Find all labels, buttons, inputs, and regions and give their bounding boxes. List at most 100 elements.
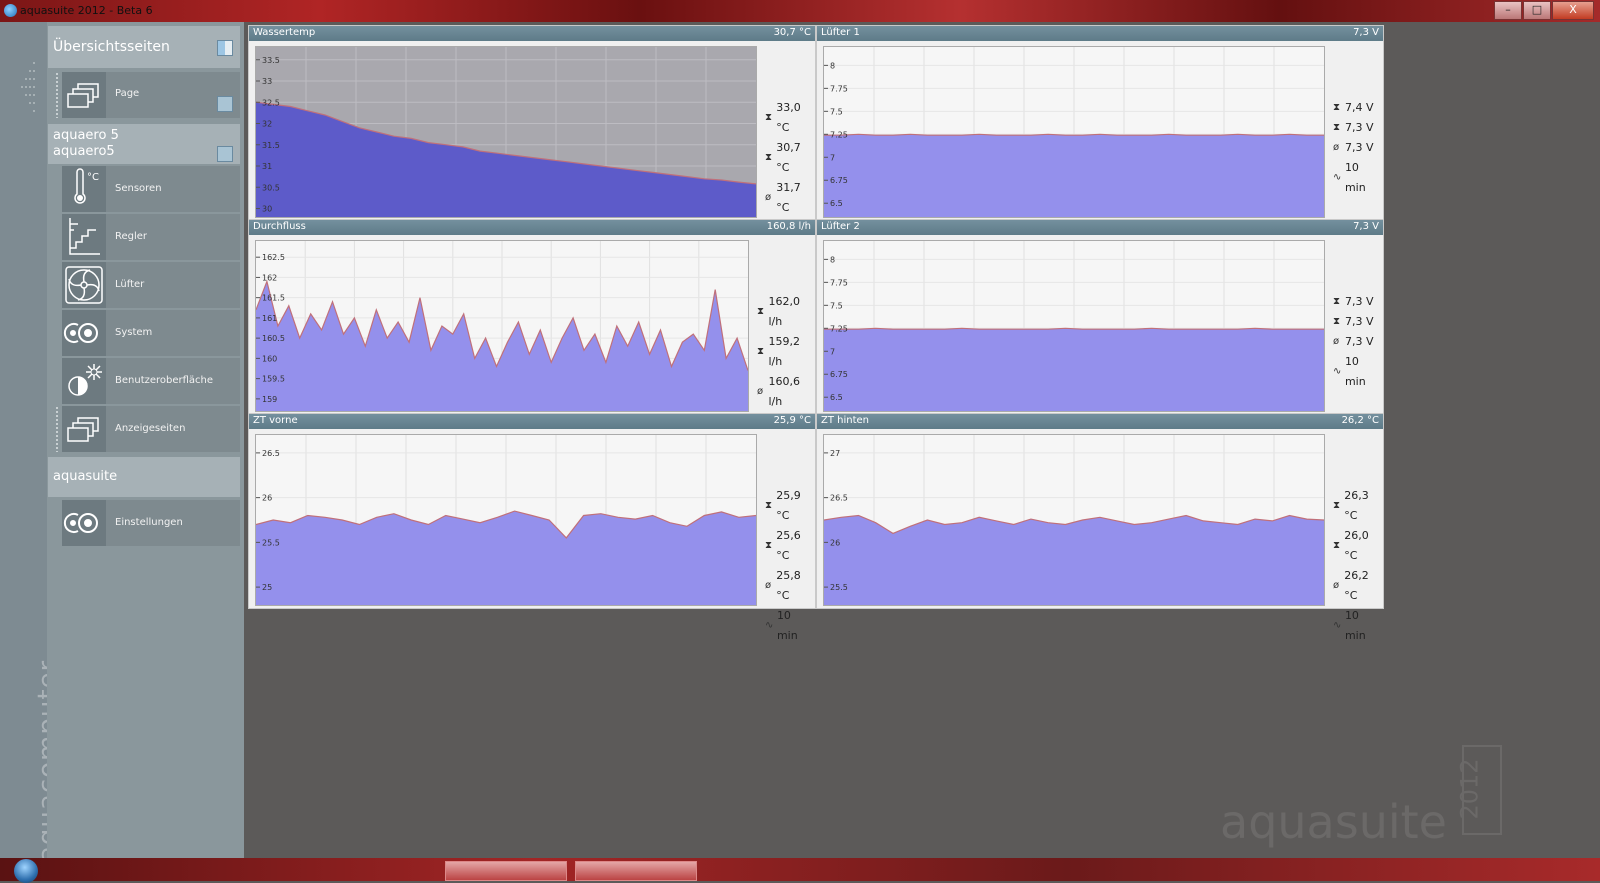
nav-item-benutzeroberflaeche[interactable]: Benutzeroberfläche [62,358,240,404]
stat-value: 7,3 V [1345,295,1374,308]
stat-value: 159,2 l/h [768,335,800,368]
min-icon: ⧗ [1333,540,1341,551]
min-icon: ⧗ [1333,316,1341,327]
stat-value: 31,7 °C [776,181,801,214]
nav-item-system[interactable]: System [62,310,240,356]
stat-value: 25,9 °C [776,489,801,522]
nav-item-luefter[interactable]: Lüfter [62,262,240,308]
minimize-button[interactable]: – [1494,1,1522,20]
section-header-uebersichtsseiten[interactable]: Übersichtsseiten [48,26,240,68]
stats-block: ⧗162,0 l/h⧗159,2 l/hø160,6 l/h∿10 min [757,292,815,432]
stat-time: ∿10 min [1333,352,1383,392]
max-icon: ⧗ [1333,296,1341,307]
chart-plot-area: 25.5 26 26.5 27 [823,434,1325,606]
panel-title: Lüfter 2 [821,221,860,232]
drag-handle-icon[interactable] [55,72,59,118]
nav-item-label: Benutzeroberfläche [115,375,214,386]
chart-plot-area: 6.5 6.75 7 7.25 7.5 7.75 8 [823,46,1325,218]
stat-avg: ø 7,3 V [1333,332,1383,352]
y-tick-label: 26.5 [262,449,280,458]
stat-value: 26,3 °C [1344,489,1369,522]
taskbar-button[interactable] [575,861,697,881]
taskbar-button[interactable] [445,861,567,881]
stat-value: 10 min [1344,609,1366,642]
collapse-arrow-icon[interactable] [16,57,38,117]
stat-min: ⧗ 30,7 °C [765,138,815,178]
panel-header: Wassertemp 30,7 °C [249,26,815,41]
drag-handle-icon[interactable] [55,406,59,452]
panel-current-value: 7,3 V [1353,27,1379,38]
section-header-aquaero[interactable]: aquaero 5 aquaero5 [48,124,240,164]
stat-value: 25,6 °C [776,529,801,562]
y-tick-label: 6.75 [830,370,848,379]
settings-icon[interactable] [217,146,233,162]
thermometer-icon: °C [62,166,106,212]
panel-current-value: 7,3 V [1353,221,1379,232]
nav-item-regler[interactable]: Regler [62,214,240,260]
series-area [824,134,1324,217]
stat-avg: ø 31,7 °C [765,178,815,218]
stat-value: 10 min [776,609,798,642]
chart-plot-area: 159 159.5 160 160.5 161 161.5 162 162.5 [255,240,749,412]
y-tick-label: 162.5 [262,253,285,262]
y-tick-label: 160 [262,354,277,363]
nav-item-label: Sensoren [115,183,162,194]
footer-year-box: 2012 [1456,745,1502,835]
stat-value: 30,7 °C [776,141,801,174]
nav-item-anzeigeseiten[interactable]: Anzeigeseiten [62,406,240,452]
y-tick-label: 26 [262,494,272,503]
taskbar [0,858,1600,883]
settings-icon[interactable] [217,96,233,112]
y-tick-label: 31 [262,162,272,171]
stats-block: ⧗ 26,3 °C ⧗ 26,0 °C ø 26,2 °C ∿ 10 min [1333,486,1383,646]
system-eye-icon [62,500,106,546]
y-tick-label: 30 [262,205,272,214]
stat-value: 162,0 l/h [768,295,800,328]
panel-header: ZT vorne 25,9 °C [249,414,815,429]
stat-value: 7,3 V [1345,141,1374,154]
page-stack-icon [62,406,106,452]
average-icon: ø [1333,336,1340,347]
average-icon: ø [765,580,772,591]
max-icon: ⧗ [765,500,773,511]
y-tick-label: 25 [262,583,272,592]
y-tick-label: 30.5 [262,183,280,192]
y-tick-label: 8 [830,61,835,70]
stat-value: 160,6 l/h [768,375,800,408]
device-model: aquaero5 [53,144,115,159]
average-icon: ø [1333,580,1340,591]
stat-time: ∿10 min [1333,606,1383,646]
maximize-button[interactable]: □ [1523,1,1551,20]
close-button[interactable]: X [1552,1,1594,20]
time-range-icon: ∿ [1333,620,1342,631]
start-button[interactable] [14,859,38,883]
panel-luefter-2: Lüfter 2 7,3 V 6.5 6.75 7 7.25 7.5 7.75 8 ⧗ 7,3 V ⧗… [816,219,1384,415]
stat-value: 25,8 °C [776,569,801,602]
panel-current-value: 25,9 °C [773,415,811,426]
min-icon: ⧗ [765,152,773,163]
stat-value: 26,0 °C [1344,529,1369,562]
nav-item-sensoren[interactable]: °C Sensoren [62,166,240,212]
panel-luefter-1: Lüfter 1 7,3 V 6.5 6.75 7 7.25 7.5 7.75 8 ⧗ 7,4 V ⧗… [816,25,1384,221]
stat-value: 7,3 V [1345,121,1374,134]
panel-header: Lüfter 1 7,3 V [817,26,1383,41]
panel-zt-hinten: ZT hinten 26,2 °C 25.5 26 26.5 27 ⧗ 26,3 °C ⧗ 26,… [816,413,1384,642]
add-page-icon[interactable] [217,40,233,56]
max-icon: ⧗ [1333,500,1341,511]
panel-header: Lüfter 2 7,3 V [817,220,1383,235]
nav-item-label: System [115,327,153,338]
nav-item-page[interactable]: Page [62,72,240,118]
stat-max: ⧗ 7,4 V [1333,98,1383,118]
section-header-aquasuite[interactable]: aquasuite [48,457,240,497]
stats-block: ⧗ 7,4 V ⧗ 7,3 V ø 7,3 V ∿ 10 min [1333,98,1383,198]
nav-item-einstellungen[interactable]: Einstellungen [62,500,240,546]
y-tick-label: 32 [262,120,272,129]
stat-min: ⧗ 25,6 °C [765,526,815,566]
stat-min: ⧗ 7,3 V [1333,118,1383,138]
series-area [824,328,1324,411]
stat-avg: ø 26,2 °C [1333,566,1383,606]
panel-title: Lüfter 1 [821,27,860,38]
nav-item-label: Regler [115,231,148,242]
y-tick-label: 7.25 [830,130,848,139]
chart-svg: 6.5 6.75 7 7.25 7.5 7.75 8 [824,241,1324,411]
